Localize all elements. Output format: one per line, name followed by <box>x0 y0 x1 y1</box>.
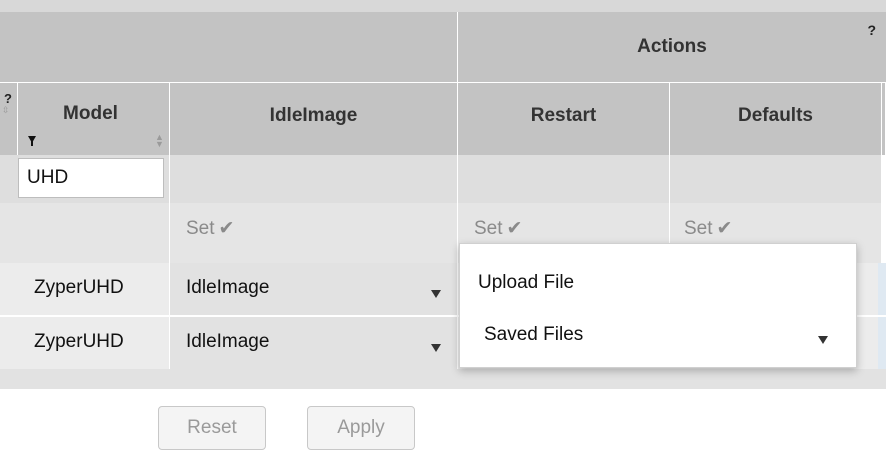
checkmark-icon: ✔ <box>218 218 235 239</box>
filter-row <box>0 155 886 203</box>
saved-files-option[interactable]: Saved Files <box>484 324 583 346</box>
filter-icon[interactable] <box>28 136 36 146</box>
model-value: ZyperUHD <box>34 277 124 298</box>
model-filter-input[interactable] <box>18 158 164 198</box>
column-header-edge <box>882 83 886 155</box>
defaults-header-label: Defaults <box>738 105 813 126</box>
model-cell: ZyperUHD <box>0 317 170 369</box>
checkmark-icon: ✔ <box>506 218 523 239</box>
idleimage-value: IdleImage <box>186 331 270 352</box>
set-label: Set <box>474 218 503 239</box>
set-restart-button[interactable]: Set ✔ <box>474 217 522 240</box>
restart-header-label: Restart <box>530 105 597 126</box>
set-label: Set <box>186 218 215 239</box>
model-header-label: Model <box>63 103 118 124</box>
file-popup-menu: Upload File Saved Files <box>459 243 857 368</box>
filter-cell-model <box>0 155 170 203</box>
set-idleimage-button[interactable]: Set ✔ <box>186 217 234 240</box>
reset-button[interactable]: Reset <box>158 406 266 450</box>
upload-file-option[interactable]: Upload File <box>478 272 574 294</box>
set-cell-idleimage: Set ✔ <box>170 203 458 263</box>
filter-cell-idleimage <box>170 155 458 203</box>
apply-button[interactable]: Apply <box>307 406 415 450</box>
table-footer <box>0 369 886 389</box>
top-strip <box>0 0 886 12</box>
checkmark-icon: ✔ <box>716 218 733 239</box>
set-cell-model <box>0 203 170 263</box>
prev-column-help-icon[interactable]: ? <box>4 91 12 106</box>
set-label: Set <box>684 218 713 239</box>
row-edge <box>878 317 886 369</box>
actions-group-title: Actions <box>637 36 707 57</box>
chevron-down-icon[interactable] <box>431 290 441 298</box>
column-header-restart[interactable]: Restart <box>458 83 670 155</box>
model-value: ZyperUHD <box>34 331 124 352</box>
model-cell: ZyperUHD <box>0 263 170 315</box>
set-defaults-button[interactable]: Set ✔ <box>684 217 732 240</box>
chevron-down-icon[interactable] <box>431 344 441 352</box>
idleimage-value: IdleImage <box>186 277 270 298</box>
idleimage-select[interactable]: IdleImage <box>170 263 458 315</box>
prev-column-sort-icon[interactable]: ⇳ <box>2 105 10 116</box>
idleimage-header-label: IdleImage <box>269 105 358 126</box>
actions-help-icon[interactable]: ? <box>867 22 876 38</box>
chevron-down-icon[interactable] <box>818 336 828 344</box>
sort-icon[interactable]: ▲ ▼ <box>155 133 164 149</box>
group-header-actions: Actions ? <box>458 12 886 82</box>
column-header-defaults[interactable]: Defaults <box>670 83 882 155</box>
group-header-left <box>0 12 458 82</box>
column-header-row: ? ⇳ Model ▲ ▼ IdleImage Restart Defaults <box>0 83 886 155</box>
filter-cell-restart <box>458 155 670 203</box>
filter-cell-defaults <box>670 155 882 203</box>
row-edge <box>878 263 886 315</box>
column-header-idleimage[interactable]: IdleImage <box>170 83 458 155</box>
idleimage-select[interactable]: IdleImage <box>170 317 458 369</box>
column-header-model[interactable]: Model ▲ ▼ <box>18 83 170 155</box>
